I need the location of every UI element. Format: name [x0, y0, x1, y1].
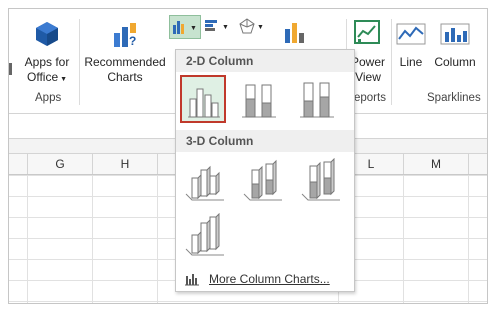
column-chart-small-icon	[185, 274, 199, 286]
stacked-column-icon	[242, 84, 276, 118]
section-header-2d-label: 2-D Column	[186, 54, 254, 68]
stacked-column-option[interactable]	[238, 77, 280, 121]
group-label-apps: Apps	[35, 92, 62, 104]
column-sparkline-icon	[440, 23, 470, 45]
column-chart-dropdown-button[interactable]: ▼	[169, 15, 201, 39]
column-header-blank[interactable]	[9, 154, 28, 174]
section-header-3d-label: 3-D Column	[186, 134, 254, 148]
section-header-2d-column: 2-D Column	[176, 50, 354, 72]
grid-line	[468, 175, 469, 303]
recommended-charts-label: Recommended	[84, 55, 166, 69]
3d-stacked-100-column-icon	[301, 157, 340, 201]
column-sparkline-button[interactable]: Column	[431, 17, 479, 87]
grid-line	[92, 175, 93, 303]
column-sparkline-label: Column	[434, 55, 476, 69]
column-header-m[interactable]: M	[404, 154, 469, 174]
3d-stacked-column-option[interactable]	[242, 158, 284, 202]
line-sparkline-icon	[396, 23, 426, 45]
group-label-sparklines: Sparklines	[427, 92, 481, 104]
bar-chart-dropdown-button[interactable]: ▼	[202, 15, 232, 37]
ribbon-clipped-item[interactable]	[9, 59, 17, 79]
chevron-down-icon: ▼	[222, 24, 229, 31]
column-header-g[interactable]: G	[28, 154, 93, 174]
apps-for-office-label2: Office	[27, 70, 59, 84]
recommended-charts-button[interactable]: ? Recommended Charts	[81, 17, 169, 87]
group-label-reports: eports	[354, 92, 386, 104]
grid-line	[403, 175, 404, 303]
column-chart-dropdown-menu: 2-D Column 3-D Column More Column Charts…	[175, 49, 355, 292]
clustered-column-option[interactable]	[180, 75, 226, 123]
column-header-h[interactable]: H	[93, 154, 158, 174]
power-view-icon	[354, 20, 380, 44]
grid-line	[157, 175, 158, 303]
recommended-charts-icon: ?	[114, 23, 136, 48]
more-column-charts-link[interactable]: More Column Charts...	[182, 269, 348, 289]
section-header-3d-column: 3-D Column	[176, 130, 354, 152]
3d-clustered-column-option[interactable]	[184, 158, 226, 202]
clustered-column-icon	[188, 88, 220, 118]
chevron-down-icon: ▼	[257, 24, 264, 31]
radar-chart-icon	[239, 18, 255, 34]
apps-for-office-button[interactable]: Apps for Office ▼	[21, 17, 73, 87]
recommended-charts-label2: Charts	[107, 70, 143, 84]
3d-stacked-column-icon	[243, 159, 282, 201]
column-header-partial[interactable]	[469, 154, 487, 174]
chevron-down-icon: ▼	[190, 25, 197, 32]
apps-for-office-label-line2: Office ▼	[21, 70, 73, 87]
3d-clustered-column-icon	[185, 165, 224, 201]
radar-chart-dropdown-button[interactable]: ▼	[237, 15, 267, 37]
group-separator	[79, 19, 80, 105]
apps-for-office-icon	[36, 22, 58, 46]
excel-window: Apps for Office ▼ Apps ? Recommended Cha…	[8, 8, 488, 304]
bar-chart-icon	[205, 20, 217, 31]
chevron-down-icon: ▼	[58, 76, 67, 83]
line-sparkline-button[interactable]: Line	[393, 17, 429, 87]
column-chart-icon	[173, 21, 184, 34]
pivot-chart-button[interactable]	[281, 17, 311, 47]
3d-column-option[interactable]	[184, 212, 226, 257]
3d-stacked-100-column-option[interactable]	[300, 157, 342, 202]
more-column-charts-label: More Column Charts...	[209, 272, 330, 286]
apps-for-office-label: Apps for	[24, 55, 70, 69]
grid-line	[27, 175, 28, 303]
3d-column-icon	[185, 212, 224, 256]
stacked-100-column-icon	[300, 82, 334, 118]
pivot-chart-icon	[285, 23, 304, 43]
group-separator	[391, 19, 392, 105]
svg-text:?: ?	[129, 34, 136, 48]
stacked-100-column-option[interactable]	[296, 77, 338, 121]
line-sparkline-label: Line	[399, 55, 423, 69]
